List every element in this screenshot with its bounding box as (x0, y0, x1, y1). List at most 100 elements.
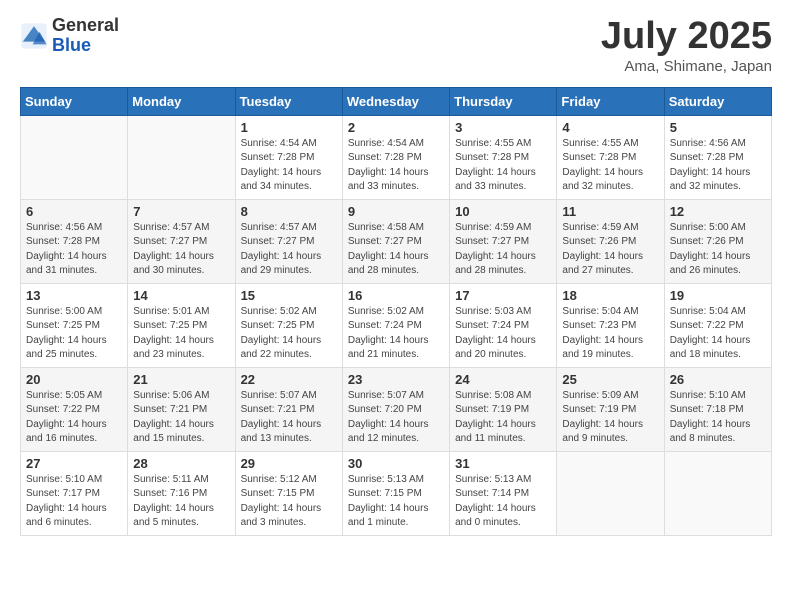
week-row-4: 20 Sunrise: 5:05 AM Sunset: 7:22 PM Dayli… (21, 367, 772, 451)
day-info: Sunrise: 4:58 AM Sunset: 7:27 PM Dayligh… (348, 221, 444, 279)
day-number: 5 (670, 120, 766, 135)
day-info: Sunrise: 5:02 AM Sunset: 7:24 PM Dayligh… (348, 305, 444, 363)
day-info: Sunrise: 5:10 AM Sunset: 7:18 PM Dayligh… (670, 389, 766, 447)
day-info: Sunrise: 5:05 AM Sunset: 7:22 PM Dayligh… (26, 389, 122, 447)
day-number: 21 (133, 372, 229, 387)
day-info: Sunrise: 4:54 AM Sunset: 7:28 PM Dayligh… (241, 137, 337, 195)
calendar-cell: 30Sunrise: 5:13 AM Sunset: 7:15 PM Dayli… (342, 451, 449, 535)
day-number: 25 (562, 372, 658, 387)
calendar-cell: 8Sunrise: 4:57 AM Sunset: 7:27 PM Daylig… (235, 199, 342, 283)
calendar-cell: 23 Sunrise: 5:07 AM Sunset: 7:20 PM Dayli… (342, 367, 449, 451)
calendar-cell: 10 Sunrise: 4:59 AM Sunset: 7:27 PM Dayli… (450, 199, 557, 283)
day-number: 24 (455, 372, 551, 387)
calendar-cell: 14 Sunrise: 5:01 AM Sunset: 7:25 PM Dayli… (128, 283, 235, 367)
calendar: SundayMondayTuesdayWednesdayThursdayFrid… (20, 87, 772, 536)
day-number: 28 (133, 456, 229, 471)
calendar-cell: 26 Sunrise: 5:10 AM Sunset: 7:18 PM Dayli… (664, 367, 771, 451)
weekday-header-row: SundayMondayTuesdayWednesdayThursdayFrid… (21, 87, 772, 115)
day-info: Sunrise: 5:10 AM Sunset: 7:17 PM Dayligh… (26, 473, 122, 531)
month-title: July 2025 (601, 16, 772, 58)
day-number: 20 (26, 372, 122, 387)
logo-text: General Blue (52, 16, 119, 56)
weekday-header-tuesday: Tuesday (235, 87, 342, 115)
day-info: Sunrise: 5:12 AM Sunset: 7:15 PM Dayligh… (241, 473, 337, 531)
calendar-cell: 22 Sunrise: 5:07 AM Sunset: 7:21 PM Dayli… (235, 367, 342, 451)
calendar-cell: 19Sunrise: 5:04 AM Sunset: 7:22 PM Dayli… (664, 283, 771, 367)
day-info: Sunrise: 5:00 AM Sunset: 7:26 PM Dayligh… (670, 221, 766, 279)
day-number: 19 (670, 288, 766, 303)
day-number: 26 (670, 372, 766, 387)
day-number: 15 (241, 288, 337, 303)
logo-icon (20, 22, 48, 50)
day-info: Sunrise: 5:00 AM Sunset: 7:25 PM Dayligh… (26, 305, 122, 363)
day-info: Sunrise: 4:55 AM Sunset: 7:28 PM Dayligh… (455, 137, 551, 195)
day-info: Sunrise: 5:01 AM Sunset: 7:25 PM Dayligh… (133, 305, 229, 363)
weekday-header-wednesday: Wednesday (342, 87, 449, 115)
calendar-cell (21, 115, 128, 199)
day-number: 12 (670, 204, 766, 219)
calendar-cell: 27 Sunrise: 5:10 AM Sunset: 7:17 PM Dayli… (21, 451, 128, 535)
day-number: 11 (562, 204, 658, 219)
title-section: July 2025 Ama, Shimane, Japan (601, 16, 772, 75)
day-number: 4 (562, 120, 658, 135)
calendar-cell: 15 Sunrise: 5:02 AM Sunset: 7:25 PM Dayli… (235, 283, 342, 367)
week-row-1: 1 Sunrise: 4:54 AM Sunset: 7:28 PM Daylig… (21, 115, 772, 199)
calendar-cell: 6 Sunrise: 4:56 AM Sunset: 7:28 PM Daylig… (21, 199, 128, 283)
day-number: 16 (348, 288, 444, 303)
day-number: 3 (455, 120, 551, 135)
day-number: 18 (562, 288, 658, 303)
day-info: Sunrise: 4:57 AM Sunset: 7:27 PM Dayligh… (241, 221, 337, 279)
calendar-cell (664, 451, 771, 535)
day-number: 29 (241, 456, 337, 471)
day-info: Sunrise: 4:55 AM Sunset: 7:28 PM Dayligh… (562, 137, 658, 195)
calendar-cell: 4 Sunrise: 4:55 AM Sunset: 7:28 PM Daylig… (557, 115, 664, 199)
calendar-cell: 31 Sunrise: 5:13 AM Sunset: 7:14 PM Dayli… (450, 451, 557, 535)
calendar-cell: 18Sunrise: 5:04 AM Sunset: 7:23 PM Dayli… (557, 283, 664, 367)
calendar-cell: 9 Sunrise: 4:58 AM Sunset: 7:27 PM Daylig… (342, 199, 449, 283)
calendar-cell: 21 Sunrise: 5:06 AM Sunset: 7:21 PM Dayli… (128, 367, 235, 451)
day-number: 10 (455, 204, 551, 219)
day-info: Sunrise: 5:07 AM Sunset: 7:20 PM Dayligh… (348, 389, 444, 447)
day-number: 23 (348, 372, 444, 387)
day-info: Sunrise: 5:02 AM Sunset: 7:25 PM Dayligh… (241, 305, 337, 363)
weekday-header-thursday: Thursday (450, 87, 557, 115)
calendar-cell: 5 Sunrise: 4:56 AM Sunset: 7:28 PM Daylig… (664, 115, 771, 199)
day-number: 9 (348, 204, 444, 219)
calendar-cell: 29 Sunrise: 5:12 AM Sunset: 7:15 PM Dayli… (235, 451, 342, 535)
day-info: Sunrise: 4:56 AM Sunset: 7:28 PM Dayligh… (26, 221, 122, 279)
day-number: 1 (241, 120, 337, 135)
day-info: Sunrise: 5:06 AM Sunset: 7:21 PM Dayligh… (133, 389, 229, 447)
header: General Blue July 2025 Ama, Shimane, Jap… (20, 16, 772, 75)
page: General Blue July 2025 Ama, Shimane, Jap… (0, 0, 792, 552)
weekday-header-monday: Monday (128, 87, 235, 115)
day-info: Sunrise: 5:07 AM Sunset: 7:21 PM Dayligh… (241, 389, 337, 447)
day-number: 6 (26, 204, 122, 219)
day-info: Sunrise: 4:57 AM Sunset: 7:27 PM Dayligh… (133, 221, 229, 279)
calendar-cell (128, 115, 235, 199)
calendar-cell: 13Sunrise: 5:00 AM Sunset: 7:25 PM Dayli… (21, 283, 128, 367)
day-number: 22 (241, 372, 337, 387)
calendar-cell: 11 Sunrise: 4:59 AM Sunset: 7:26 PM Dayli… (557, 199, 664, 283)
day-info: Sunrise: 4:54 AM Sunset: 7:28 PM Dayligh… (348, 137, 444, 195)
logo-blue: Blue (52, 36, 119, 56)
day-info: Sunrise: 5:08 AM Sunset: 7:19 PM Dayligh… (455, 389, 551, 447)
day-number: 17 (455, 288, 551, 303)
calendar-cell (557, 451, 664, 535)
day-info: Sunrise: 4:59 AM Sunset: 7:27 PM Dayligh… (455, 221, 551, 279)
calendar-cell: 16 Sunrise: 5:02 AM Sunset: 7:24 PM Dayli… (342, 283, 449, 367)
logo: General Blue (20, 16, 119, 56)
calendar-cell: 1 Sunrise: 4:54 AM Sunset: 7:28 PM Daylig… (235, 115, 342, 199)
day-info: Sunrise: 5:13 AM Sunset: 7:14 PM Dayligh… (455, 473, 551, 531)
calendar-cell: 24 Sunrise: 5:08 AM Sunset: 7:19 PM Dayli… (450, 367, 557, 451)
day-number: 14 (133, 288, 229, 303)
day-number: 31 (455, 456, 551, 471)
day-number: 27 (26, 456, 122, 471)
weekday-header-saturday: Saturday (664, 87, 771, 115)
weekday-header-friday: Friday (557, 87, 664, 115)
day-info: Sunrise: 5:11 AM Sunset: 7:16 PM Dayligh… (133, 473, 229, 531)
weekday-header-sunday: Sunday (21, 87, 128, 115)
week-row-2: 6 Sunrise: 4:56 AM Sunset: 7:28 PM Daylig… (21, 199, 772, 283)
day-info: Sunrise: 4:56 AM Sunset: 7:28 PM Dayligh… (670, 137, 766, 195)
day-info: Sunrise: 4:59 AM Sunset: 7:26 PM Dayligh… (562, 221, 658, 279)
calendar-cell: 28 Sunrise: 5:11 AM Sunset: 7:16 PM Dayli… (128, 451, 235, 535)
